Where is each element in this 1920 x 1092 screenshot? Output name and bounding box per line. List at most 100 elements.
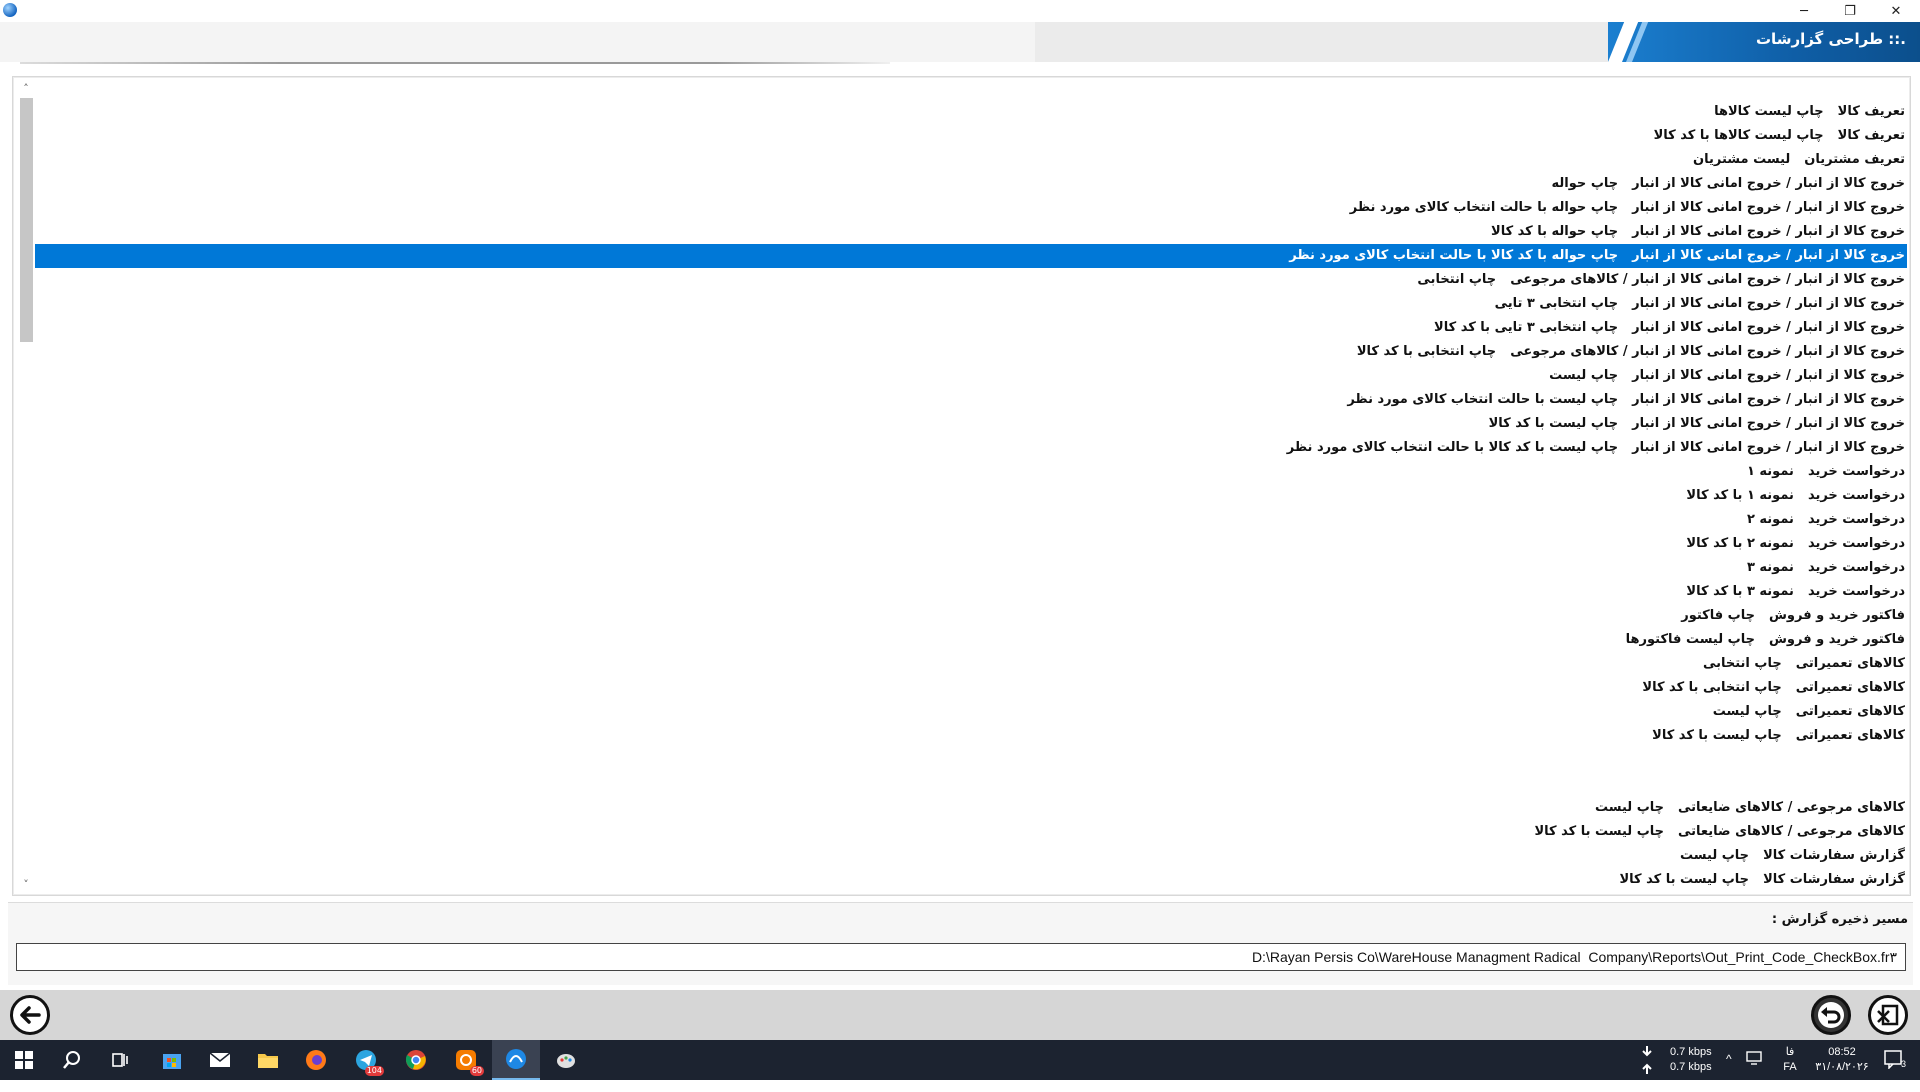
report-row[interactable]: کالاهای تعمیراتی چاپ لیست با کد کالا: [35, 724, 1907, 748]
taskbar-chrome[interactable]: [392, 1040, 440, 1080]
report-category: کالاهای مرجوعی / کالاهای ضایعاتی: [1678, 800, 1905, 815]
restore-button[interactable]: ❐: [1827, 0, 1873, 22]
report-category: خروج کالا از انبار / خروج امانی کالا از …: [1632, 416, 1905, 431]
back-button[interactable]: [10, 995, 50, 1035]
language-indicator[interactable]: فا FA: [1780, 1045, 1800, 1085]
report-row[interactable]: [35, 772, 1907, 796]
report-item: نمونه ۱: [1746, 464, 1794, 479]
report-category: خروج کالا از انبار / خروج امانی کالا از …: [1510, 272, 1905, 287]
report-category: خروج کالا از انبار / خروج امانی کالا از …: [1632, 320, 1905, 335]
report-row[interactable]: خروج کالا از انبار / خروج امانی کالا از …: [35, 436, 1907, 460]
network-icon[interactable]: [1746, 1050, 1764, 1090]
taskbar-mail[interactable]: [196, 1040, 244, 1080]
telegram-badge: 104: [364, 1066, 384, 1076]
report-item: چاپ لیست با کد کالا با حالت انتخاب کالای…: [1286, 440, 1619, 455]
report-category: تعریف کالا: [1837, 128, 1905, 143]
report-row[interactable]: خروج کالا از انبار / خروج امانی کالا از …: [35, 268, 1907, 292]
firefox-icon: [306, 1050, 326, 1070]
task-view-button[interactable]: [96, 1040, 144, 1080]
undo-button[interactable]: [1811, 995, 1851, 1035]
report-row[interactable]: فاکتور خرید و فروش چاپ لیست فاکتورها: [35, 628, 1907, 652]
lang-fa-script: فا: [1785, 1046, 1795, 1058]
report-row-selected[interactable]: خروج کالا از انبار / خروج امانی کالا از …: [35, 244, 1907, 268]
minimize-button[interactable]: ─: [1781, 0, 1827, 22]
network-speed: 0.7 kbps 0.7 kbps: [1670, 1045, 1712, 1085]
paint-icon: [557, 1054, 575, 1068]
report-row[interactable]: درخواست خرید نمونه ۲ با کد کالا: [35, 532, 1907, 556]
report-row[interactable]: خروج کالا از انبار / خروج امانی کالا از …: [35, 292, 1907, 316]
report-row[interactable]: خروج کالا از انبار / خروج امانی کالا از …: [35, 364, 1907, 388]
report-row[interactable]: کالاهای مرجوعی / کالاهای ضایعاتی چاپ لیست…: [35, 820, 1907, 844]
report-category: خروج کالا از انبار / خروج امانی کالا از …: [1632, 296, 1905, 311]
report-row[interactable]: کالاهای مرجوعی / کالاهای ضایعاتی چاپ لیست: [35, 796, 1907, 820]
report-category: کالاهای تعمیراتی: [1795, 656, 1905, 671]
report-item: چاپ لیست با کد کالا: [1652, 728, 1782, 743]
report-row[interactable]: فاکتور خرید و فروش چاپ فاکتور: [35, 604, 1907, 628]
report-item: نمونه ۱ با کد کالا: [1686, 488, 1794, 503]
report-item: چاپ انتخابی با کد کالا: [1356, 344, 1497, 359]
exit-button[interactable]: [1868, 995, 1908, 1035]
report-row[interactable]: خروج کالا از انبار / خروج امانی کالا از …: [35, 172, 1907, 196]
report-row[interactable]: خروج کالا از انبار / خروج امانی کالا از …: [35, 220, 1907, 244]
report-row[interactable]: کالاهای تعمیراتی چاپ لیست: [35, 700, 1907, 724]
taskbar-telegram[interactable]: 104: [342, 1040, 390, 1080]
report-row[interactable]: درخواست خرید نمونه ۲: [35, 508, 1907, 532]
report-row[interactable]: [35, 748, 1907, 772]
report-row[interactable]: خروج کالا از انبار / خروج امانی کالا از …: [35, 340, 1907, 364]
report-row[interactable]: گزارش سفارشات کالا چاپ لیست: [35, 844, 1907, 868]
report-row[interactable]: خروج کالا از انبار / خروج امانی کالا از …: [35, 388, 1907, 412]
search-icon: [63, 1051, 80, 1069]
report-item: چاپ انتخابی ۳ تایی: [1494, 296, 1619, 311]
report-item: نمونه ۲: [1746, 512, 1794, 527]
report-row[interactable]: کالاهای تعمیراتی چاپ انتخابی با کد کالا: [35, 676, 1907, 700]
warehouse-app-icon: [506, 1049, 526, 1069]
report-item: چاپ لیست: [1680, 848, 1750, 863]
clock-time: 08:52: [1828, 1046, 1856, 1058]
report-category: کالاهای تعمیراتی: [1795, 728, 1905, 743]
report-item: چاپ لیست فاکتورها: [1625, 632, 1755, 647]
taskbar-store[interactable]: [148, 1040, 196, 1080]
search-button[interactable]: [48, 1040, 96, 1080]
report-row[interactable]: درخواست خرید نمونه ۱: [35, 460, 1907, 484]
header-divider: [20, 62, 890, 64]
report-row[interactable]: خروج کالا از انبار / خروج امانی کالا از …: [35, 316, 1907, 340]
report-category: درخواست خرید: [1807, 560, 1905, 575]
save-path-field[interactable]: [16, 943, 1906, 971]
report-row[interactable]: خروج کالا از انبار / خروج امانی کالا از …: [35, 196, 1907, 220]
taskbar-active-app[interactable]: [492, 1040, 540, 1080]
report-row[interactable]: کالاهای تعمیراتی چاپ انتخابی: [35, 652, 1907, 676]
report-item: چاپ انتخابی با کد کالا: [1642, 680, 1782, 695]
report-row[interactable]: گزارش سفارشات کالا چاپ لیست با کد کالا: [35, 868, 1907, 892]
taskbar-firefox[interactable]: [292, 1040, 340, 1080]
report-item: چاپ لیست با حالت انتخاب کالای مورد نظر: [1347, 392, 1619, 407]
taskbar-paint[interactable]: [542, 1040, 590, 1080]
report-item: نمونه ۳: [1746, 560, 1794, 575]
report-row[interactable]: درخواست خرید نمونه ۳ با کد کالا: [35, 580, 1907, 604]
scroll-up-icon[interactable]: ˄: [18, 80, 34, 96]
clock[interactable]: 08:52 ۳۱/۰۸/۲۰۲۶: [1810, 1045, 1874, 1085]
scroll-down-icon[interactable]: ˅: [18, 876, 34, 892]
task-view-icon: [112, 1053, 128, 1067]
report-category: خروج کالا از انبار / خروج امانی کالا از …: [1632, 176, 1905, 191]
report-row[interactable]: تعریف کالا چاپ لیست کالاها: [35, 100, 1907, 124]
report-row[interactable]: درخواست خرید نمونه ۳: [35, 556, 1907, 580]
chevron-up-icon[interactable]: ^: [1726, 1052, 1732, 1092]
close-button[interactable]: ✕: [1873, 0, 1919, 22]
mail-icon: [209, 1052, 231, 1067]
report-category: کالاهای مرجوعی / کالاهای ضایعاتی: [1678, 824, 1905, 839]
report-row[interactable]: تعریف مشتریان لیست مشتریان: [35, 148, 1907, 172]
report-row[interactable]: خروج کالا از انبار / خروج امانی کالا از …: [35, 412, 1907, 436]
report-category: خروج کالا از انبار / خروج امانی کالا از …: [1632, 440, 1905, 455]
notification-button[interactable]: 3: [1884, 1049, 1906, 1089]
report-row[interactable]: درخواست خرید نمونه ۱ با کد کالا: [35, 484, 1907, 508]
taskbar-file-explorer[interactable]: [244, 1040, 292, 1080]
report-category: درخواست خرید: [1807, 536, 1905, 551]
scroll-thumb[interactable]: [20, 98, 33, 342]
start-button[interactable]: [0, 1040, 48, 1080]
report-category: گزارش سفارشات کالا: [1763, 872, 1905, 887]
report-row[interactable]: تعریف کالا چاپ لیست کالاها با کد کالا: [35, 124, 1907, 148]
report-category: گزارش سفارشات کالا: [1763, 848, 1905, 863]
network-arrows-icon: [1640, 1044, 1656, 1084]
report-category: درخواست خرید: [1807, 488, 1905, 503]
taskbar-app-orange[interactable]: 60: [442, 1040, 490, 1080]
